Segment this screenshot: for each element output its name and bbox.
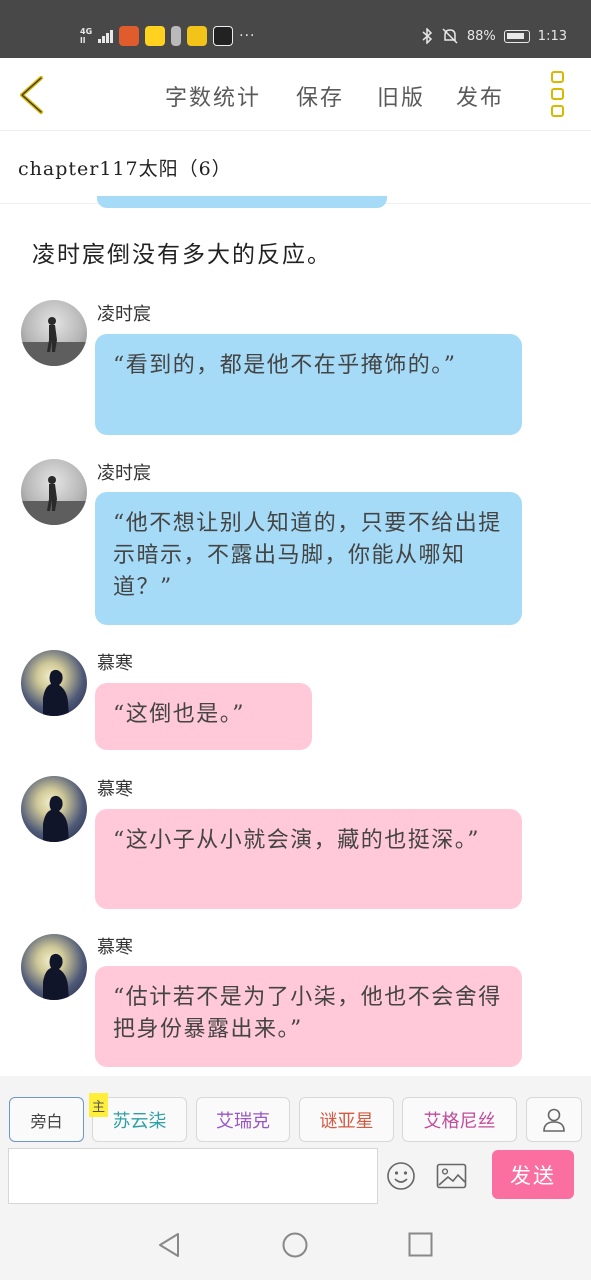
old-version-button[interactable]: 旧版 xyxy=(377,80,425,112)
sender-name: 慕寒 xyxy=(97,653,133,674)
save-button[interactable]: 保存 xyxy=(296,80,344,112)
emoji-button[interactable] xyxy=(386,1161,416,1191)
back-button[interactable] xyxy=(14,73,54,117)
avatar[interactable] xyxy=(21,300,87,366)
role-agnes-button[interactable]: 艾格尼丝 xyxy=(402,1097,517,1142)
avatar[interactable] xyxy=(21,650,87,716)
message-input[interactable] xyxy=(8,1148,378,1204)
avatar-person-image xyxy=(21,317,87,366)
message-bubble[interactable]: “这倒也是。” xyxy=(95,683,312,750)
network-label: 4G xyxy=(80,27,93,36)
clock: 1:13 xyxy=(537,28,567,44)
user-icon xyxy=(543,1108,565,1132)
notification-app-icon xyxy=(187,26,208,46)
nav-back-icon[interactable] xyxy=(157,1232,181,1258)
nav-recents-icon[interactable] xyxy=(408,1232,433,1257)
message-bubble[interactable]: “看到的，都是他不在乎掩饰的。” xyxy=(95,334,522,435)
sender-name: 凌时宸 xyxy=(97,463,151,484)
message-bubble[interactable]: “他不想让别人知道的，只要不给出提示暗示，不露出马脚，你能从哪知道？” xyxy=(95,492,522,625)
more-dot-icon xyxy=(551,71,564,83)
send-button[interactable]: 发送 xyxy=(492,1150,574,1199)
avatar-silhouette-image xyxy=(43,953,69,1000)
battery-icon xyxy=(503,29,530,43)
status-bar: 4G ll ··· 88% 1:13 xyxy=(0,0,591,58)
main-character-badge: 主 xyxy=(89,1093,108,1117)
avatar-silhouette-image xyxy=(43,795,69,842)
emoji-icon xyxy=(387,1162,415,1190)
avatar[interactable] xyxy=(21,934,87,1000)
notification-app-icon xyxy=(145,26,166,46)
back-arrow-icon xyxy=(20,76,43,114)
word-count-button[interactable]: 字数统计 xyxy=(165,80,261,112)
more-menu-button[interactable] xyxy=(549,71,567,117)
role-narration-button[interactable]: 旁白 xyxy=(9,1097,84,1142)
network-indicator: 4G ll xyxy=(80,27,92,45)
notification-app-icon xyxy=(213,26,234,46)
message-bubble[interactable]: “估计若不是为了小柒，他也不会舍得把身份暴露出来。” xyxy=(95,966,522,1067)
image-icon xyxy=(436,1163,467,1189)
notification-app-icon xyxy=(171,26,182,46)
signal-icon xyxy=(98,29,114,43)
status-left: 4G ll ··· xyxy=(80,26,256,46)
more-dot-icon xyxy=(551,88,564,100)
previous-message-bubble[interactable] xyxy=(97,196,387,208)
more-dot-icon xyxy=(551,105,564,117)
more-notifications: ··· xyxy=(239,28,256,44)
mute-bell-icon xyxy=(442,28,458,44)
sender-name: 慕寒 xyxy=(97,937,133,958)
role-eric-button[interactable]: 艾瑞克 xyxy=(196,1097,290,1142)
bluetooth-icon xyxy=(422,28,432,44)
avatar[interactable] xyxy=(21,459,87,525)
network-sub-label: ll xyxy=(80,36,86,45)
composer-area: 旁白 苏云柒 主 艾瑞克 谜亚星 艾格尼丝 发送 xyxy=(0,1076,591,1206)
notification-app-icon xyxy=(119,26,140,46)
avatar-person-image xyxy=(21,476,87,525)
sender-name: 凌时宸 xyxy=(97,304,151,325)
avatar-silhouette-image xyxy=(43,669,69,716)
message-bubble[interactable]: “这小子从小就会演，藏的也挺深。” xyxy=(95,809,522,909)
system-nav-bar xyxy=(0,1206,591,1280)
battery-percent: 88% xyxy=(466,28,496,44)
status-right: 88% 1:13 xyxy=(421,27,567,45)
image-button[interactable] xyxy=(436,1163,467,1189)
character-manage-button[interactable] xyxy=(526,1097,582,1142)
nav-home-icon[interactable] xyxy=(282,1232,308,1258)
chapter-title[interactable]: chapter117太阳（6） xyxy=(18,154,232,181)
publish-button[interactable]: 发布 xyxy=(456,80,504,112)
narration-text[interactable]: 凌时宸倒没有多大的反应。 xyxy=(32,235,332,269)
avatar[interactable] xyxy=(21,776,87,842)
sender-name: 慕寒 xyxy=(97,779,133,800)
role-miyaxing-button[interactable]: 谜亚星 xyxy=(299,1097,394,1142)
top-toolbar: 字数统计 保存 旧版 发布 xyxy=(0,58,591,131)
